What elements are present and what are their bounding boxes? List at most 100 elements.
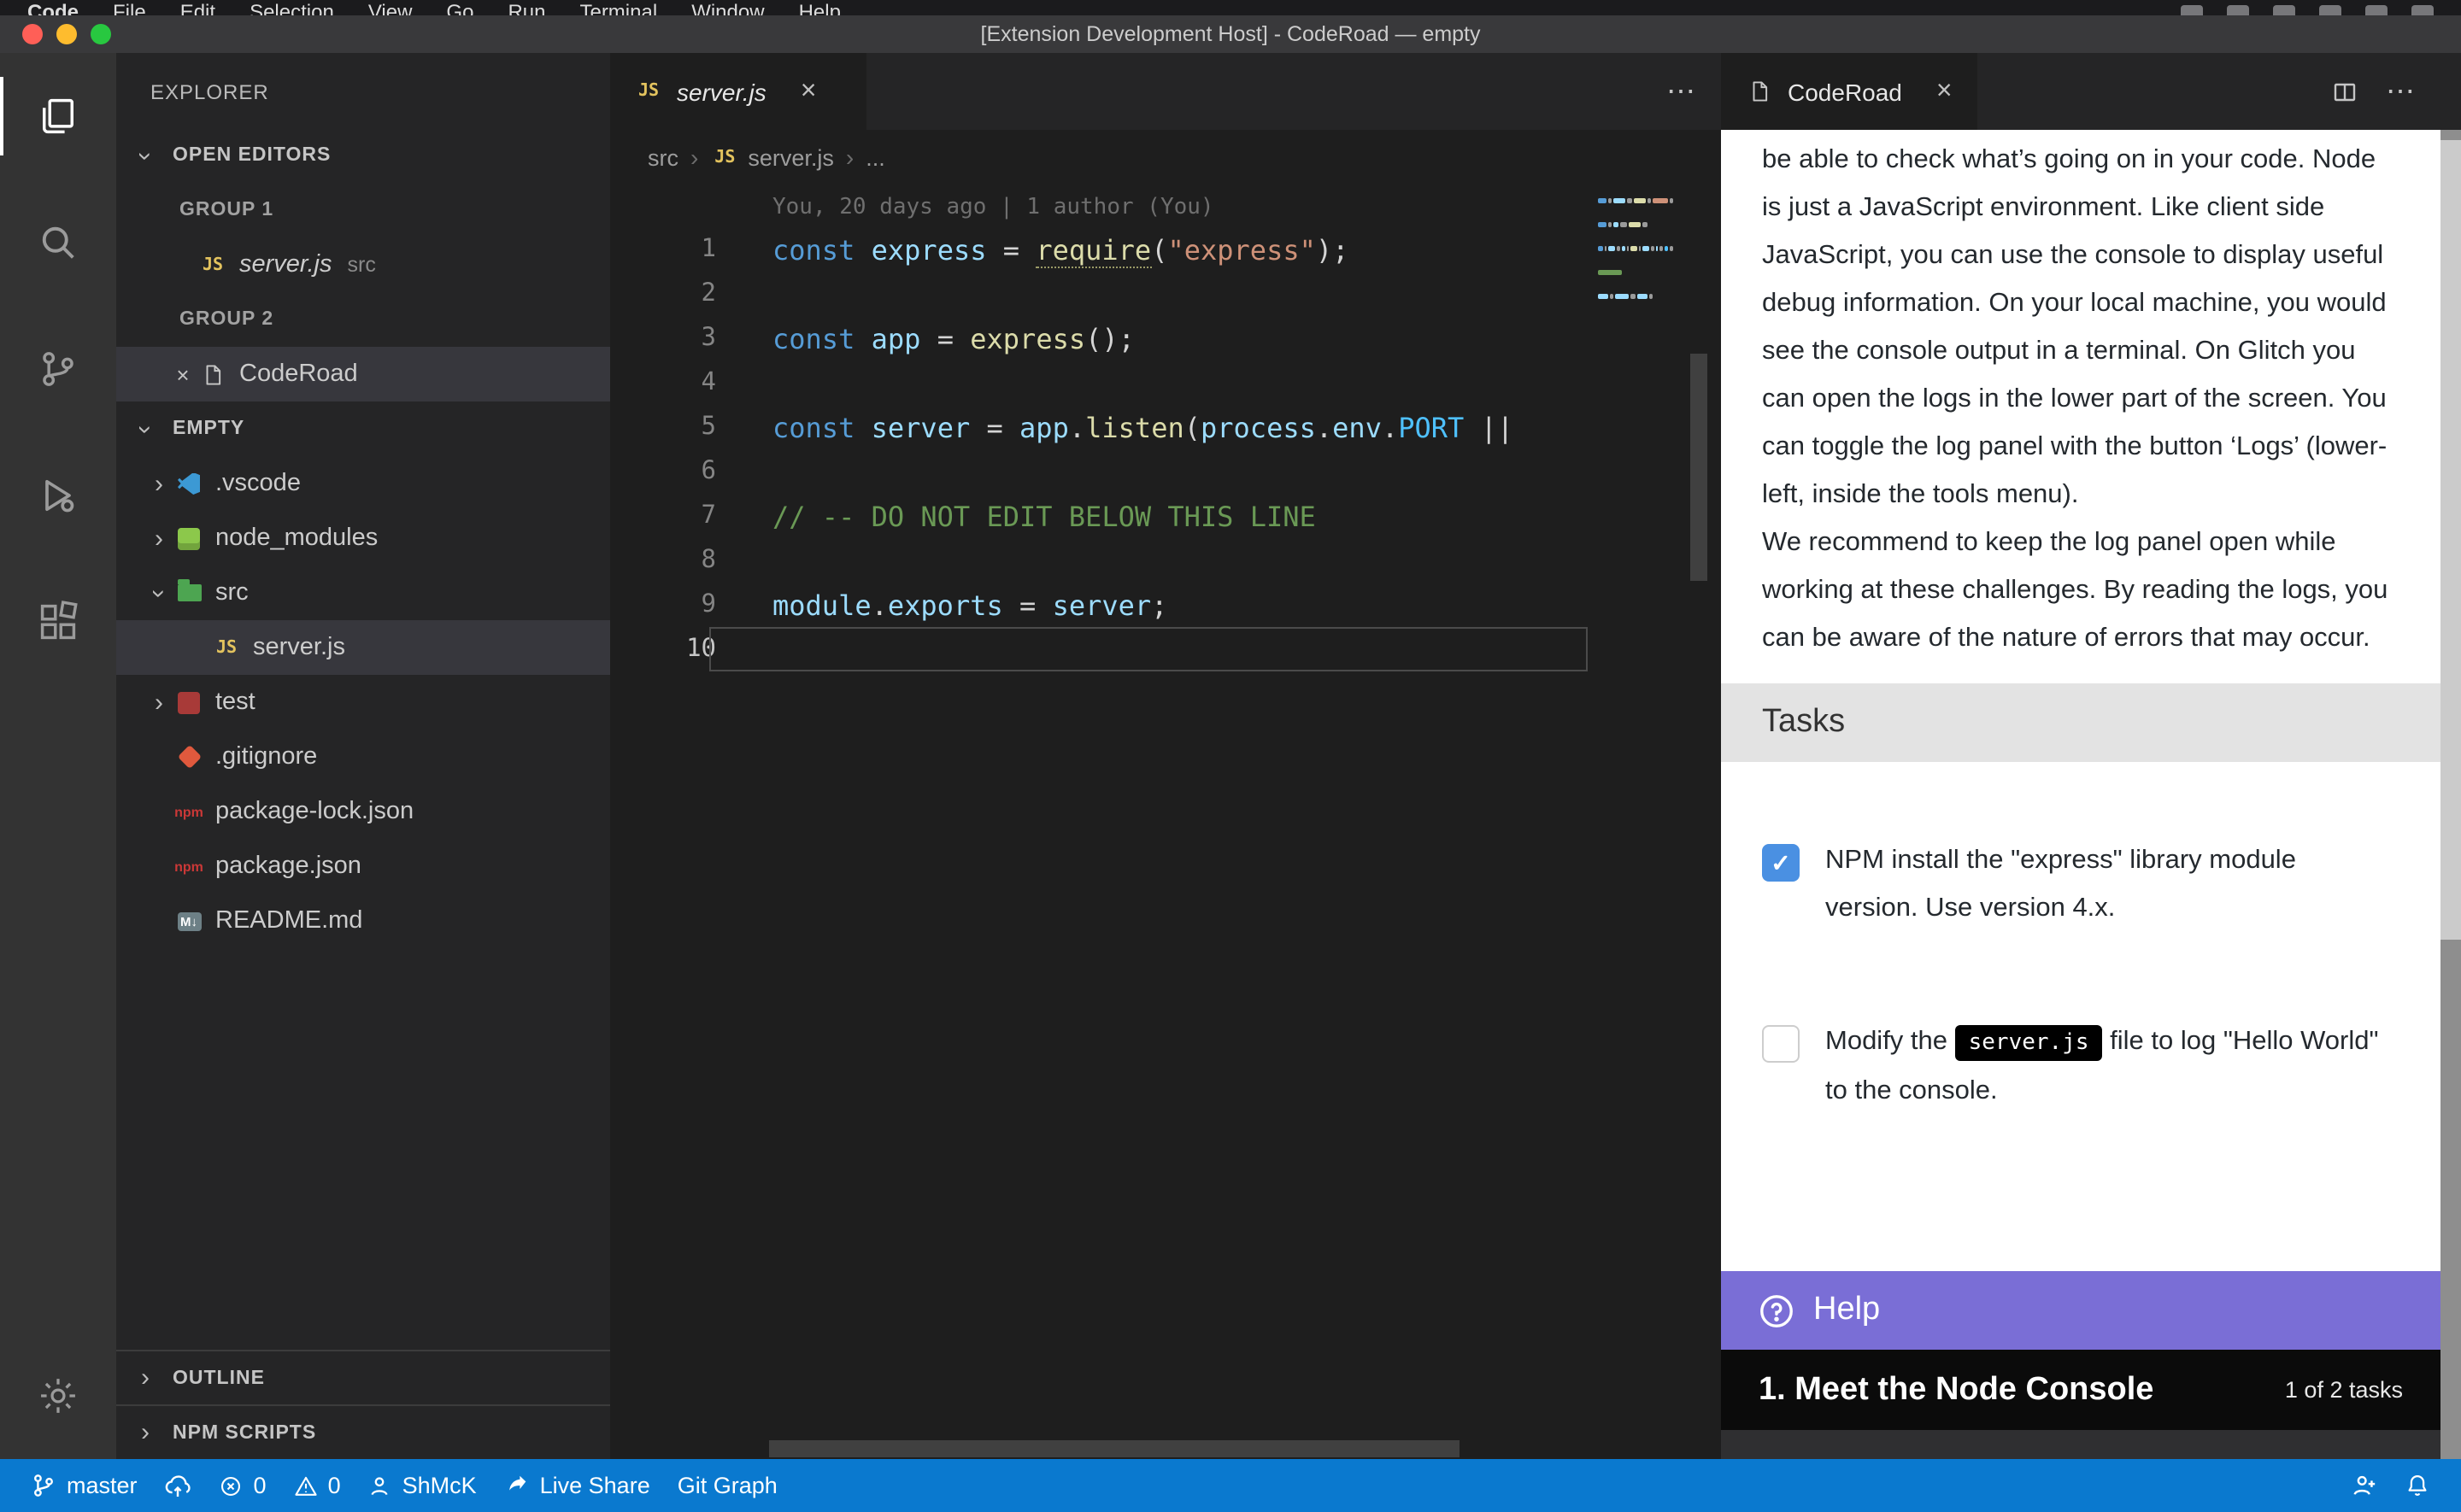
status-git-graph[interactable]: Git Graph <box>664 1459 791 1512</box>
activity-source-control[interactable] <box>0 306 116 432</box>
more-actions-icon[interactable]: ⋯ <box>1666 74 1697 108</box>
split-editor-icon[interactable] <box>2331 78 2358 105</box>
checkbox-checked[interactable]: ✓ <box>1762 844 1800 882</box>
activity-extensions[interactable] <box>0 559 116 685</box>
tab-coderoad[interactable]: CodeRoad × <box>1721 53 1977 130</box>
menu-item-run[interactable]: Run <box>508 0 545 15</box>
menu-item-edit[interactable]: Edit <box>180 0 215 15</box>
code-line-8[interactable]: 8 <box>610 538 1721 583</box>
breadcrumb-item--[interactable]: ... <box>866 144 885 170</box>
menu-item-go[interactable]: Go <box>446 0 473 15</box>
minimap-line <box>1598 198 1673 203</box>
menu-item-window[interactable]: Window <box>691 0 764 15</box>
code-line-1[interactable]: 1const express = require("express"); <box>610 227 1721 272</box>
status-0[interactable]: 0 <box>206 1459 280 1512</box>
menu-item-view[interactable]: View <box>368 0 413 15</box>
close-tab-icon[interactable]: × <box>1936 76 1953 107</box>
tree-item-package-lock-json[interactable]: npmpackage-lock.json <box>116 784 610 839</box>
editor-horizontal-scrollbar[interactable] <box>610 1439 1618 1459</box>
menu-item-help[interactable]: Help <box>799 0 841 15</box>
vertical-scrollbar-thumb[interactable] <box>1690 354 1707 581</box>
section-outline[interactable]: ›OUTLINE <box>116 1350 610 1404</box>
tree-item-package-json[interactable]: npmpackage.json <box>116 839 610 894</box>
line-number: 4 <box>610 369 716 396</box>
tree-item-node_modules[interactable]: ›node_modules <box>116 511 610 566</box>
code-line-4[interactable]: 4 <box>610 360 1721 405</box>
help-label: Help <box>1813 1292 1880 1329</box>
line-number: 6 <box>610 458 716 485</box>
task-item-2: Modify the server.js file to log "Hello … <box>1762 1018 2396 1116</box>
open-editors-group-1[interactable]: GROUP 1 <box>116 183 610 237</box>
status-live-share[interactable]: Live Share <box>490 1459 664 1512</box>
code-line-6[interactable]: 6 <box>610 449 1721 494</box>
token: ; <box>1151 589 1167 621</box>
test-file-icon <box>174 689 203 716</box>
minimap[interactable] <box>1598 198 1673 318</box>
item-label: node_modules <box>215 525 378 552</box>
tree-item--gitignore[interactable]: .gitignore <box>116 730 610 784</box>
minimap-token <box>1611 294 1614 299</box>
minimap-token <box>1664 246 1668 251</box>
section-npm-scripts[interactable]: ›NPM SCRIPTS <box>116 1404 610 1459</box>
inline-code-chip: server.js <box>1955 1025 2103 1061</box>
checkbox-unchecked[interactable] <box>1762 1025 1800 1063</box>
tab-server-js[interactable]: JS server.js × <box>610 53 866 130</box>
help-bar[interactable]: Help <box>1721 1271 2440 1350</box>
tree-item-src[interactable]: ›src <box>116 566 610 620</box>
titlebar[interactable]: [Extension Development Host] - CodeRoad … <box>0 15 2461 53</box>
zoom-window-button[interactable] <box>91 24 111 44</box>
breadcrumb-item-src[interactable]: src <box>648 144 678 170</box>
activity-explorer[interactable] <box>0 53 116 179</box>
menu-item-terminal[interactable]: Terminal <box>579 0 657 15</box>
more-actions-icon[interactable]: ⋯ <box>2386 74 2417 108</box>
status-person-add[interactable] <box>2338 1473 2391 1498</box>
scrollbar-thumb[interactable] <box>2440 140 2461 940</box>
run-debug-icon <box>36 473 80 518</box>
status-cloud-upload[interactable] <box>151 1459 206 1512</box>
menu-item-file[interactable]: File <box>113 0 146 15</box>
menu-item-selection[interactable]: Selection <box>250 0 334 15</box>
code-line-7[interactable]: 7// -- DO NOT EDIT BELOW THIS LINE <box>610 494 1721 538</box>
status-master[interactable]: master <box>17 1459 151 1512</box>
macos-menubar: Code File Edit Selection View Go Run Terminal Wi… <box>0 0 2461 15</box>
status-right <box>2338 1473 2444 1498</box>
horizontal-scrollbar-thumb[interactable] <box>769 1440 1460 1457</box>
open-editors-group-2[interactable]: GROUP 2 <box>116 292 610 347</box>
webview-scrollbar[interactable] <box>2440 53 2461 1459</box>
tree-item-server-js[interactable]: JSserver.js <box>116 620 610 675</box>
status-label: 0 <box>254 1473 267 1498</box>
activity-run-debug[interactable] <box>0 432 116 559</box>
open-editor-server-js[interactable]: JSserver.jssrc <box>116 237 610 292</box>
activity-settings-gear[interactable] <box>0 1333 116 1459</box>
section-label: OPEN EDITORS <box>173 145 331 166</box>
code-line-5[interactable]: 5const server = app.listen(process.env.P… <box>610 405 1721 449</box>
breadcrumb-item-server-js[interactable]: JSserver.js <box>710 144 834 171</box>
editor-vertical-scrollbar[interactable] <box>1687 185 1711 1439</box>
open-editors-header[interactable]: ›OPEN EDITORS <box>116 128 610 183</box>
workspace-header[interactable]: ›EMPTY <box>116 401 610 456</box>
minimize-window-button[interactable] <box>56 24 77 44</box>
tree-item-readme-md[interactable]: M↓README.md <box>116 894 610 948</box>
token: PORT <box>1398 411 1464 443</box>
code-line-3[interactable]: 3const app = express(); <box>610 316 1721 360</box>
open-editor-coderoad[interactable]: ×CodeRoad <box>116 347 610 401</box>
activity-search[interactable] <box>0 179 116 306</box>
status-shmck[interactable]: ShMcK <box>355 1459 490 1512</box>
minimap-token <box>1634 198 1646 203</box>
status-0[interactable]: 0 <box>280 1459 355 1512</box>
code-editor[interactable]: You, 20 days ago | 1 author (You) 1const… <box>610 185 1721 1459</box>
token: // -- DO NOT EDIT BELOW THIS LINE <box>772 500 1316 532</box>
scrollbar-track[interactable] <box>2440 130 2461 1459</box>
close-editor-icon[interactable]: × <box>167 361 198 387</box>
code-line-9[interactable]: 9module.exports = server; <box>610 583 1721 627</box>
close-tab-icon[interactable]: × <box>801 76 817 107</box>
code-line-2[interactable]: 2 <box>610 272 1721 316</box>
code-line-10[interactable]: 10 <box>610 627 1721 671</box>
tree-item--vscode[interactable]: ›.vscode <box>116 456 610 511</box>
vscode-file-icon <box>174 470 203 497</box>
menu-item-code[interactable]: Code <box>27 0 79 15</box>
minimap-token <box>1608 198 1612 203</box>
close-window-button[interactable] <box>22 24 43 44</box>
status-bell[interactable] <box>2391 1473 2444 1498</box>
tree-item-test[interactable]: ›test <box>116 675 610 730</box>
